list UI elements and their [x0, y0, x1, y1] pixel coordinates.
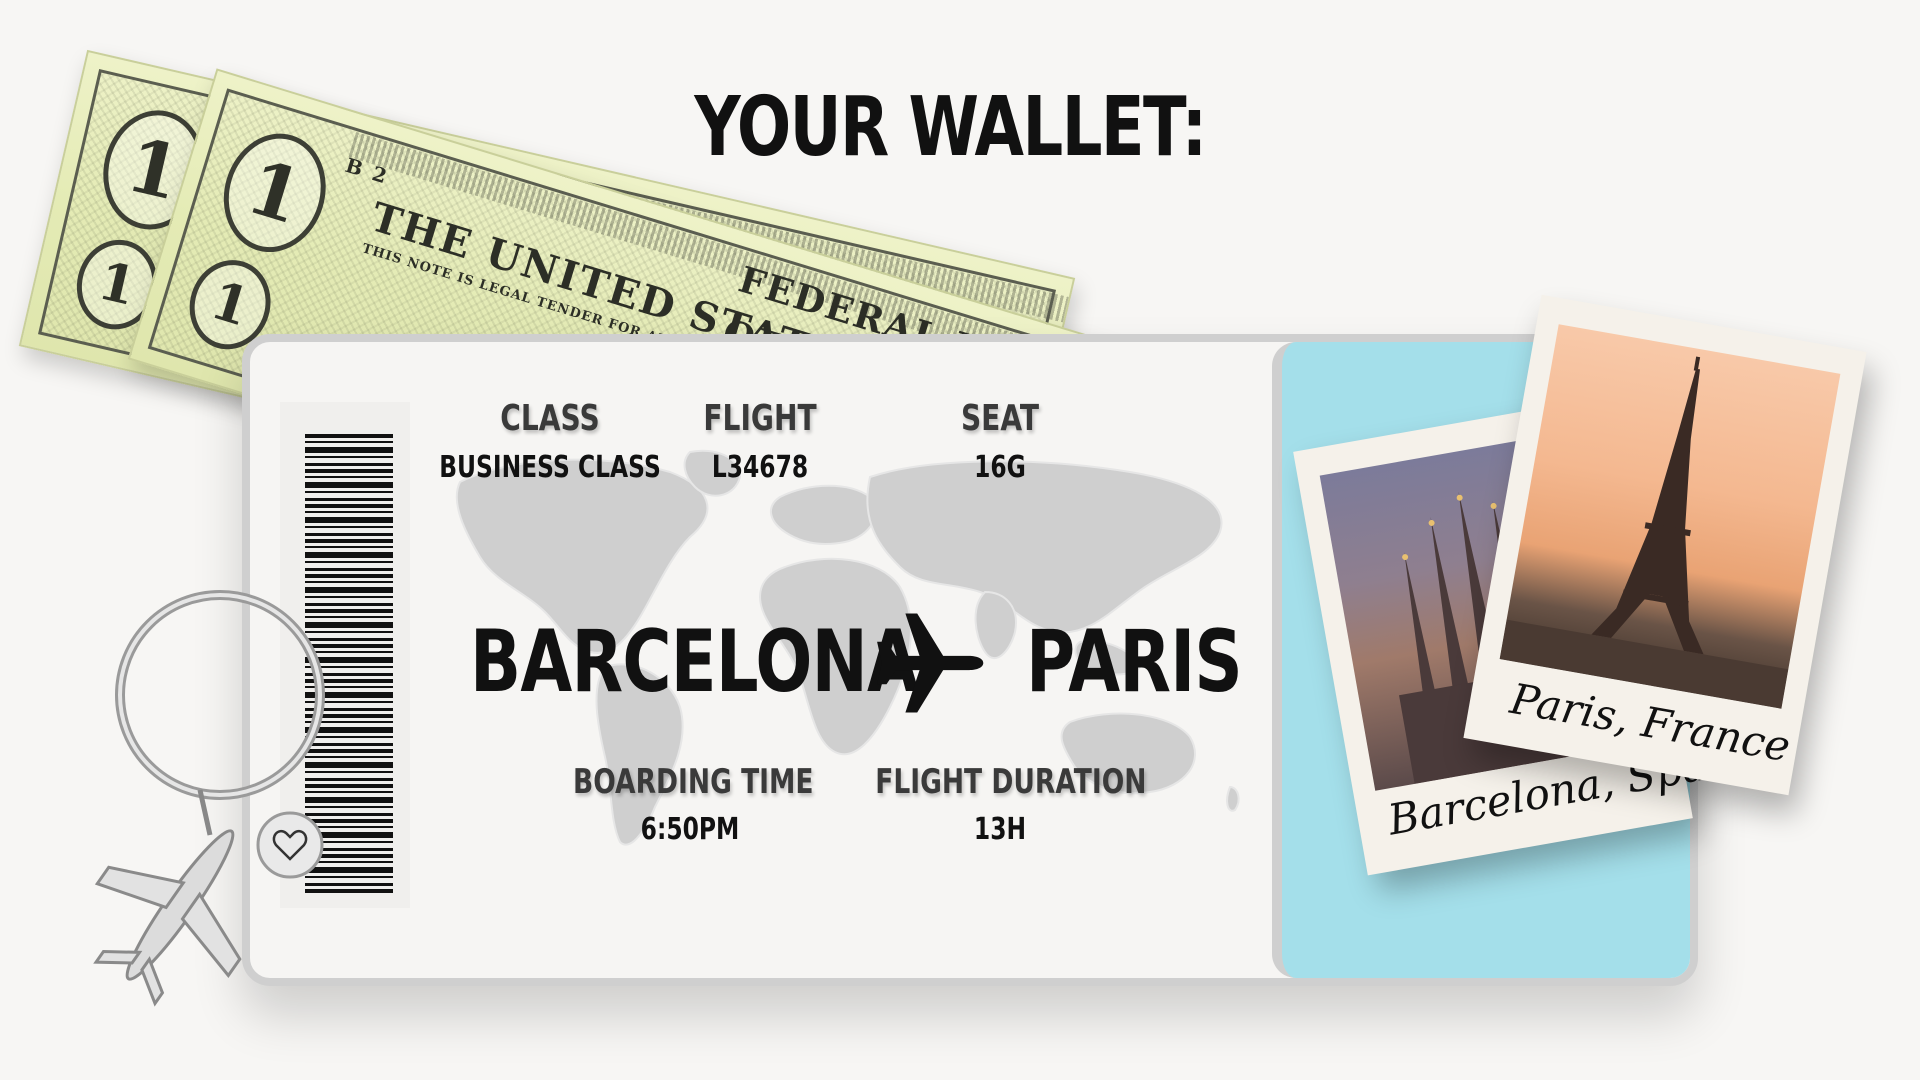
slide: YOUR WALLET: 1 1 1 1 B 2 THE UNITED STAT…	[0, 0, 1920, 1080]
paris-photo	[1499, 324, 1841, 709]
seat-label: SEAT	[960, 398, 1040, 439]
keyring	[93, 590, 325, 1007]
class-label: CLASS	[500, 398, 600, 439]
airplane-charm-icon	[93, 829, 242, 1007]
seat-value: 16G	[974, 450, 1026, 485]
eiffel-tower-illustration	[1499, 356, 1789, 709]
flight-duration-label: FLIGHT DURATION	[875, 762, 1147, 802]
origin-city: BARCELONA	[470, 612, 919, 712]
destination-city: PARIS	[1026, 612, 1243, 712]
airplane-icon	[877, 613, 984, 713]
boarding-time-value: 6:50PM	[640, 812, 740, 847]
key-ring-highlight	[118, 593, 322, 797]
flight-duration-value: 13H	[973, 812, 1027, 847]
flight-label: FLIGHT	[703, 398, 817, 439]
flight-value: L34678	[711, 450, 809, 485]
class-value: BUSINESS CLASS	[439, 450, 661, 485]
boarding-time-label: BOARDING TIME	[573, 762, 814, 802]
map-europe	[770, 484, 877, 545]
heart-charm	[256, 811, 324, 879]
map-new-zealand	[1226, 785, 1240, 812]
